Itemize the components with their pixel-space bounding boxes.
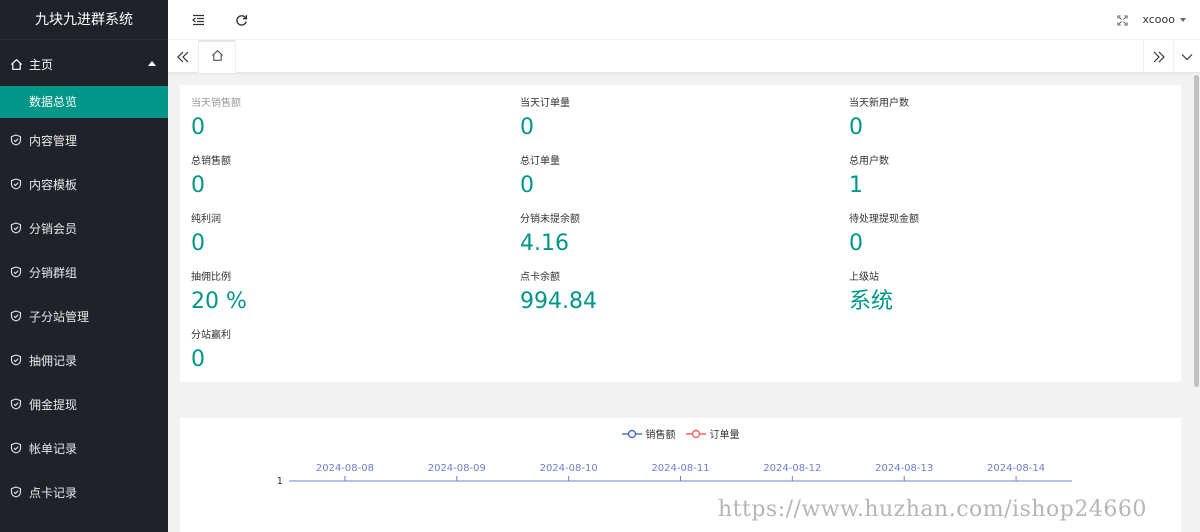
stat-item: 当天新用户数 0 xyxy=(849,94,1149,141)
stat-item: 点卡余额 994.84 xyxy=(520,268,820,315)
sidebar-item[interactable]: 子分站管理 xyxy=(0,294,168,338)
sidebar-item-label: 抽佣记录 xyxy=(29,353,78,368)
stat-label: 当天销售额 xyxy=(191,98,241,109)
stat-label: 上级站 xyxy=(849,272,879,283)
stat-item: 分销未提余额 4.16 xyxy=(520,210,820,257)
stat-item: 抽佣比例 20 % xyxy=(191,268,491,315)
double-chevron-right-icon[interactable] xyxy=(1143,40,1173,73)
sidebar-item-label: 佣金提现 xyxy=(29,397,78,412)
stat-item: 总销售额 0 xyxy=(191,152,491,199)
sidebar-item[interactable]: 分销会员 xyxy=(0,206,168,250)
stat-item: 当天销售额 0 xyxy=(191,94,491,141)
indent-icon[interactable] xyxy=(190,12,206,28)
sidebar-item[interactable]: 帐单记录 xyxy=(0,426,168,470)
stat-value: 系统 xyxy=(849,289,894,314)
stat-label: 当天订单量 xyxy=(520,98,570,109)
y-tick-label: 1 xyxy=(277,476,283,487)
stat-value: 0 xyxy=(849,115,863,140)
sidebar-item-label: 帐单记录 xyxy=(29,441,78,456)
chevron-up-icon xyxy=(148,61,156,66)
caret-down-icon xyxy=(1180,17,1186,22)
sidebar-item-label: 内容模板 xyxy=(29,177,78,192)
stat-label: 抽佣比例 xyxy=(191,272,231,283)
stat-value: 994.84 xyxy=(520,289,597,314)
fullscreen-icon[interactable] xyxy=(1114,12,1130,28)
x-tick-label: 2024-08-10 xyxy=(540,463,598,474)
sidebar: 九块九进群系统 主页 数据总览 内容管理内容模板分销会员分销群组子分站管理抽佣记… xyxy=(0,0,168,532)
stat-label: 待处理提现金额 xyxy=(849,214,919,225)
stat-value: 4.16 xyxy=(520,231,569,256)
stat-item: 待处理提现金额 0 xyxy=(849,210,1149,257)
stat-label: 分站赢利 xyxy=(191,330,231,341)
stat-value: 0 xyxy=(191,347,205,372)
shield-icon xyxy=(9,133,23,147)
stat-label: 总订单量 xyxy=(520,156,560,167)
stat-value: 0 xyxy=(849,231,863,256)
stat-item: 当天订单量 0 xyxy=(520,94,820,141)
stat-label: 总销售额 xyxy=(191,156,231,167)
stat-value: 20 % xyxy=(191,289,247,314)
stat-item: 纯利润 0 xyxy=(191,210,491,257)
shield-icon xyxy=(9,353,23,367)
shield-icon xyxy=(9,397,23,411)
stat-item: 总订单量 0 xyxy=(520,152,820,199)
scrollbar-thumb[interactable] xyxy=(1194,75,1199,387)
stat-label: 纯利润 xyxy=(191,214,221,225)
x-tick-label: 2024-08-09 xyxy=(428,463,486,474)
stats-card: 当天销售额 0 当天订单量 0 当天新用户数 0 总销售额 0 总订单量 0 总用户数 1 纯利润 0 分销… xyxy=(180,85,1181,382)
stat-value: 0 xyxy=(520,173,534,198)
sidebar-item[interactable]: 分销群组 xyxy=(0,250,168,294)
stat-value: 1 xyxy=(849,173,863,198)
sidebar-item[interactable]: 内容管理 xyxy=(0,118,168,162)
shield-icon xyxy=(9,177,23,191)
sidebar-item-label: 点卡记录 xyxy=(29,485,78,500)
home-icon xyxy=(211,47,224,66)
x-tick-label: 2024-08-12 xyxy=(763,463,821,474)
stat-item: 分站赢利 0 xyxy=(191,326,491,373)
shield-icon xyxy=(9,441,23,455)
shield-icon xyxy=(9,265,23,279)
sidebar-item-label: 内容管理 xyxy=(29,133,78,148)
watermark: https://www.huzhan.com/ishop24660 xyxy=(718,497,1147,522)
x-tick-label: 2024-08-13 xyxy=(875,463,933,474)
stat-value: 0 xyxy=(191,173,205,198)
app-title: 九块九进群系统 xyxy=(0,0,168,40)
stat-label: 当天新用户数 xyxy=(849,98,909,109)
sidebar-item-label: 子分站管理 xyxy=(29,309,90,324)
tab-bar xyxy=(168,40,1200,73)
sidebar-item-label: 主页 xyxy=(29,57,54,72)
stat-value: 0 xyxy=(191,231,205,256)
home-icon xyxy=(9,57,23,71)
sidebar-item-label: 分销会员 xyxy=(29,221,78,236)
stat-item: 总用户数 1 xyxy=(849,152,1149,199)
username: xcooo xyxy=(1142,13,1175,26)
sidebar-item[interactable]: 点卡记录 xyxy=(0,470,168,514)
sidebar-item-home[interactable]: 主页 xyxy=(0,42,168,86)
stat-label: 分销未提余额 xyxy=(520,214,580,225)
sidebar-item-label: 分销群组 xyxy=(29,265,78,280)
chevron-down-icon[interactable] xyxy=(1173,40,1200,73)
refresh-icon[interactable] xyxy=(233,12,249,28)
stat-label: 总用户数 xyxy=(849,156,889,167)
stat-label: 点卡余额 xyxy=(520,272,560,283)
double-chevron-left-icon[interactable] xyxy=(168,40,198,73)
shield-icon xyxy=(9,309,23,323)
user-menu[interactable]: xcooo xyxy=(1142,13,1186,26)
top-header: xcooo xyxy=(168,0,1200,40)
tab-home[interactable] xyxy=(198,40,236,73)
stat-item: 上级站 系统 xyxy=(849,268,1149,315)
stat-value: 0 xyxy=(191,115,205,140)
sidebar-item[interactable]: 抽佣记录 xyxy=(0,338,168,382)
shield-icon xyxy=(9,485,23,499)
sidebar-item[interactable]: 内容模板 xyxy=(0,162,168,206)
scrollbar[interactable] xyxy=(1193,73,1200,532)
x-tick-label: 2024-08-08 xyxy=(316,463,374,474)
x-tick-label: 2024-08-14 xyxy=(987,463,1045,474)
stat-value: 0 xyxy=(520,115,534,140)
sidebar-item-dashboard[interactable]: 数据总览 xyxy=(0,86,168,118)
shield-icon xyxy=(9,221,23,235)
x-tick-label: 2024-08-11 xyxy=(651,463,709,474)
sidebar-item[interactable]: 佣金提现 xyxy=(0,382,168,426)
